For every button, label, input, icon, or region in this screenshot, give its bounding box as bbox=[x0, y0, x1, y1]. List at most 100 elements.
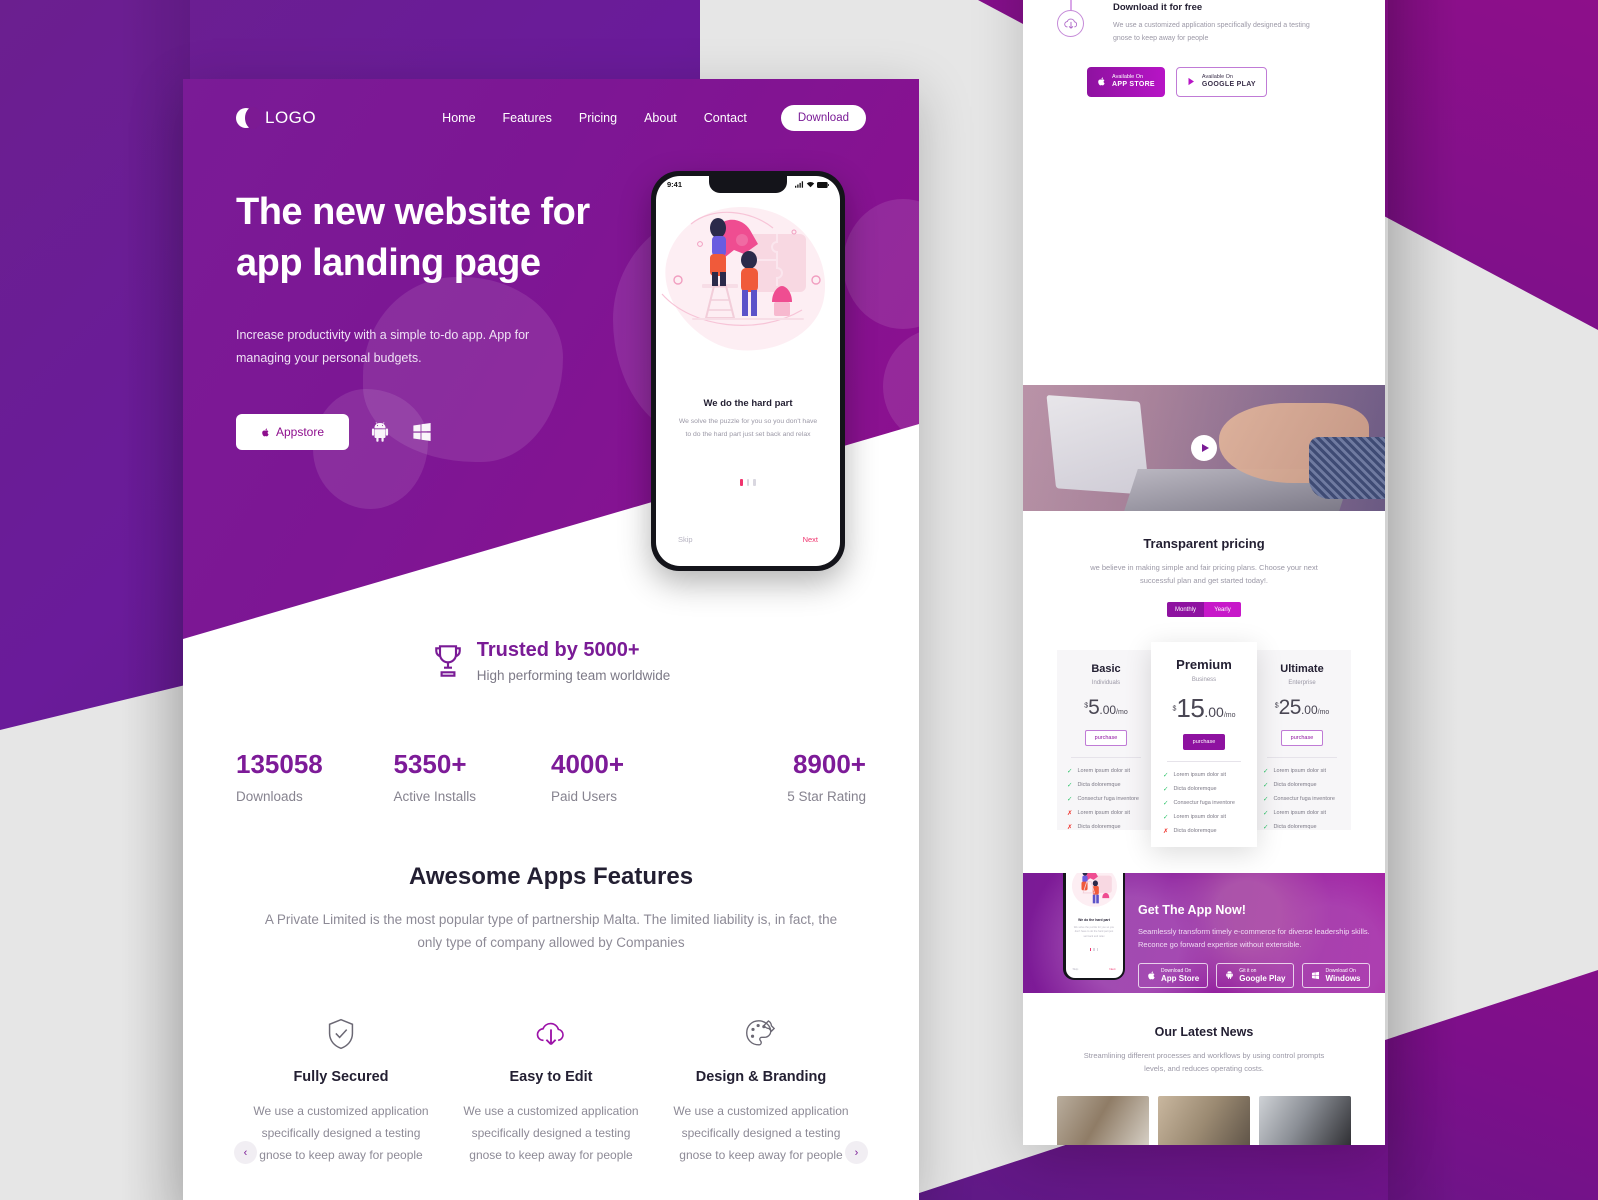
stat-item: 135058 Downloads bbox=[236, 749, 394, 804]
android-icon[interactable] bbox=[369, 420, 391, 444]
hero-cta-row: Appstore bbox=[236, 414, 656, 451]
phone-pagination-dots[interactable] bbox=[656, 479, 840, 486]
play-icon bbox=[1188, 78, 1194, 86]
features-prev-button[interactable]: ‹ bbox=[234, 1141, 257, 1164]
news-card[interactable]: April 7, 2021 • admin RAPIDIOUSLY PREDOM… bbox=[1259, 1095, 1351, 1145]
plan-feature-text: Dicta doloremque bbox=[1077, 824, 1121, 831]
badge-big: GOOGLE PLAY bbox=[1201, 80, 1256, 88]
appstore-button[interactable]: Appstore bbox=[236, 414, 349, 451]
nav-item-features[interactable]: Features bbox=[503, 111, 552, 125]
plan-name: Basic bbox=[1091, 663, 1121, 676]
download-button[interactable]: Download bbox=[780, 105, 866, 131]
apple-icon bbox=[262, 428, 269, 436]
play-icon bbox=[1201, 444, 1209, 452]
plan-audience: Business bbox=[1191, 677, 1217, 684]
stat-item: 8900+ 5 Star Rating bbox=[709, 749, 866, 804]
news-section: Our Latest News Streamlining different p… bbox=[1023, 1025, 1385, 1145]
appstore-badge[interactable]: Download On App Store bbox=[1138, 962, 1209, 989]
brand-logo[interactable]: LOGO bbox=[236, 107, 316, 129]
trophy-icon bbox=[434, 645, 461, 677]
stat-number: 8900+ bbox=[792, 749, 866, 779]
pricing-section: Transparent pricing we believe in making… bbox=[1023, 536, 1385, 848]
nav-item-about[interactable]: About bbox=[644, 111, 677, 125]
windows-icon[interactable] bbox=[411, 420, 433, 444]
plan-feature: ✓ Consectur fuga inventore bbox=[1263, 795, 1341, 803]
phone-title: We do the hard part bbox=[703, 398, 793, 409]
badge-big: Google Play bbox=[1239, 973, 1286, 983]
features-heading: Awesome Apps Features bbox=[408, 863, 694, 890]
windows-badge[interactable]: Download On Windows bbox=[1302, 962, 1370, 989]
phone-title: We do the hard part bbox=[1078, 917, 1110, 922]
googleplay-badge[interactable]: Git it on Google Play bbox=[1216, 962, 1295, 989]
news-card[interactable]: April 7, 2021 • admin CONTINUALLY REINVE… bbox=[1158, 1095, 1250, 1145]
plan-price-dec: .00 bbox=[1300, 703, 1318, 718]
shield-check-icon bbox=[328, 1018, 354, 1050]
android-icon bbox=[1226, 971, 1234, 980]
plan-period: /mo bbox=[1317, 709, 1330, 717]
store-badge-row: Available On APP STORE Available On GOOG… bbox=[1087, 67, 1267, 97]
shirt-cuff bbox=[1309, 437, 1385, 499]
onboarding-illustration bbox=[661, 207, 826, 351]
billing-toggle[interactable]: Monthly Yearly bbox=[1167, 602, 1241, 618]
cloud-download-icon bbox=[1063, 18, 1077, 29]
trusted-text: Trusted by 5000+ High performing team wo… bbox=[477, 639, 671, 683]
trusted-headline: Trusted by 5000+ bbox=[476, 639, 640, 661]
feature-desc: We use a customized application specific… bbox=[673, 1104, 849, 1163]
googleplay-badge[interactable]: Available On GOOGLE PLAY bbox=[1175, 67, 1267, 97]
timeline-desc: We use a customized application specific… bbox=[1113, 22, 1310, 42]
nav-item-pricing[interactable]: Pricing bbox=[579, 111, 617, 125]
news-thumbnail bbox=[1259, 1095, 1351, 1145]
phone-next-button[interactable]: Next bbox=[1109, 967, 1115, 971]
stat-item: 5350+ Active Installs bbox=[394, 749, 552, 804]
badge-small: Available On bbox=[1201, 74, 1233, 80]
plan-feature: ✗ Lorem ipsum dolor sit bbox=[1067, 809, 1145, 817]
plan-feature: ✗ Dicta doloremque bbox=[1067, 823, 1145, 831]
cross-icon: ✗ bbox=[1067, 810, 1073, 818]
timeline-item: Download it for free We use a customized… bbox=[1113, 2, 1323, 46]
toggle-monthly[interactable]: Monthly bbox=[1167, 602, 1204, 618]
feature-icon-wrap bbox=[670, 1014, 852, 1054]
palette-brush-icon bbox=[746, 1020, 776, 1046]
decorative-blob bbox=[883, 329, 919, 444]
plan-purchase-button[interactable]: purchase bbox=[1280, 730, 1324, 747]
timeline-title: Download it for free bbox=[1113, 2, 1203, 13]
badge-big: App Store bbox=[1161, 973, 1200, 983]
appstore-badge[interactable]: Available On APP STORE bbox=[1087, 67, 1165, 97]
status-indicators bbox=[795, 180, 829, 189]
phone-skip-button[interactable]: Skip bbox=[678, 535, 693, 544]
dot-active bbox=[1089, 947, 1092, 951]
features-next-button[interactable]: › bbox=[845, 1141, 868, 1164]
plan-feature: ✓ Lorem ipsum dolor sit bbox=[1163, 813, 1245, 821]
plan-audience: Individuals bbox=[1091, 680, 1121, 687]
news-thumbnail bbox=[1057, 1095, 1149, 1145]
dot bbox=[753, 479, 756, 486]
toggle-yearly[interactable]: Yearly bbox=[1204, 602, 1241, 618]
plan-purchase-button[interactable]: purchase bbox=[1084, 730, 1128, 747]
backdrop-shadow-left bbox=[120, 0, 190, 1200]
cloud-download-icon bbox=[536, 1022, 564, 1046]
feature-icon-wrap bbox=[250, 1014, 432, 1054]
plan-purchase-button[interactable]: purchase bbox=[1182, 734, 1226, 751]
check-icon: ✓ bbox=[1163, 814, 1169, 822]
get-app-badge-row: Download On App Store Git it on Google P… bbox=[1138, 962, 1373, 989]
plan-feature: ✓ Consectur fuga inventore bbox=[1163, 799, 1245, 807]
plan-price-dec: .00 bbox=[1204, 704, 1224, 721]
nav-item-contact[interactable]: Contact bbox=[704, 111, 747, 125]
phone-next-button[interactable]: Next bbox=[803, 535, 818, 544]
badge-big: APP STORE bbox=[1112, 80, 1155, 88]
stat-label: Paid Users bbox=[551, 789, 618, 804]
dot-active bbox=[740, 479, 743, 486]
stat-number: 5350+ bbox=[393, 749, 467, 779]
phone-status-bar: 9:41 bbox=[656, 180, 840, 189]
phone-skip-button[interactable]: Skip bbox=[1073, 967, 1079, 971]
plan-feature-text: Dicta doloremque bbox=[1273, 782, 1317, 789]
nav-item-home[interactable]: Home bbox=[442, 111, 475, 125]
plan-feature: ✓ Dicta doloremque bbox=[1263, 781, 1341, 789]
play-button[interactable] bbox=[1191, 435, 1217, 461]
plan-period: /mo bbox=[1116, 709, 1128, 717]
phone-footer: Skip Next bbox=[1066, 967, 1123, 971]
feature-title: Design & Branding bbox=[695, 1069, 827, 1085]
badge-text: Available On GOOGLE PLAY bbox=[1202, 74, 1256, 90]
news-card[interactable]: January 7, 2021 • admin COMPETENTLY IMPA… bbox=[1057, 1095, 1149, 1145]
left-page-mockup: LOGO Home Features Pricing About Contact… bbox=[183, 79, 919, 1200]
